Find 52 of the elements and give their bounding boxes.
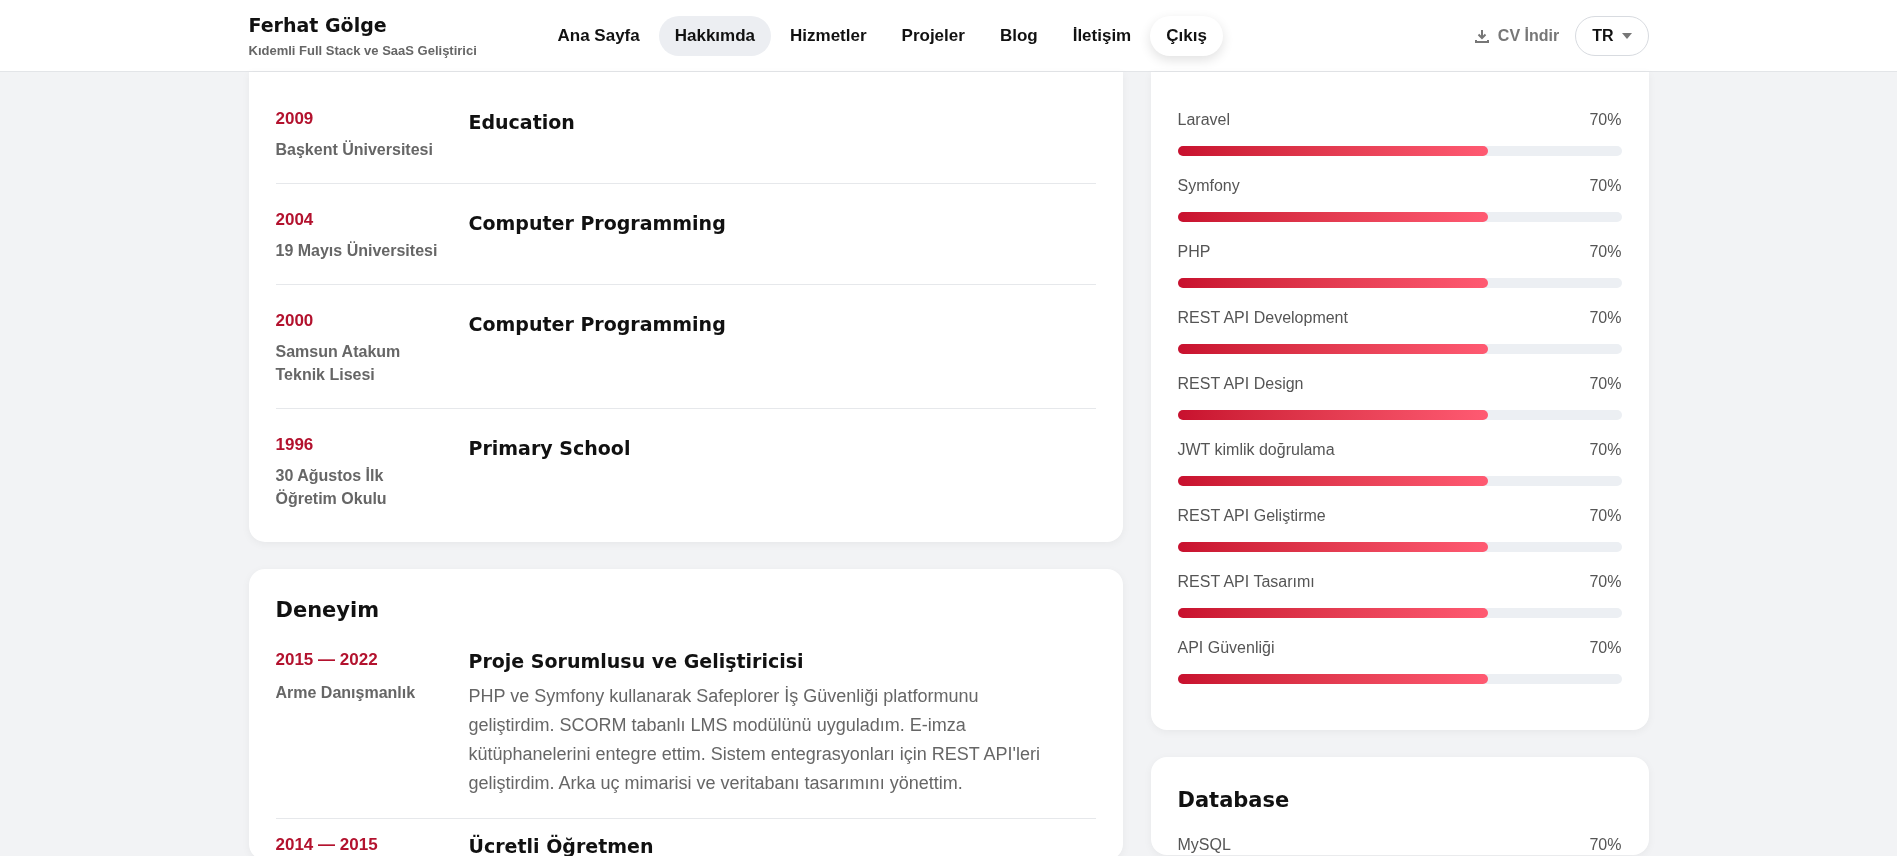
school-text: 19 Mayıs Üniversitesi [275,240,439,261]
period-text: 2015 — 2022 [275,649,379,671]
education-title: Computer Programming [468,312,726,337]
nav-link[interactable]: İletişim [1056,15,1148,56]
skill-percent: 70% [1589,242,1622,262]
brand-name[interactable]: Ferhat Gölge [248,10,542,39]
skill-percent: 70% [1589,176,1622,196]
nav-link[interactable]: Ana Sayfa [541,15,656,56]
skill-percent: 70% [1589,440,1622,460]
company-text: Arme Danışmanlık [275,682,417,703]
skill-percent: 70% [1589,374,1622,394]
skill-name: PHP [1177,242,1211,262]
section-title: Database [1177,787,1291,813]
period-text: 2014 — 2015 [275,833,379,856]
skill-name: MySQL [1177,835,1231,855]
skill-name: REST API Geliştirme [1177,506,1326,526]
nav-link[interactable]: Blog [983,15,1054,56]
education-title: Education [468,110,575,135]
school-text: Başkent Üniversitesi [275,139,434,160]
skill-name: REST API Development [1177,308,1348,328]
nav-link[interactable]: Hakkımda [658,15,772,56]
year-text: 1996 [275,434,315,456]
cv-download-button[interactable]: CV İndir [1473,23,1560,48]
school-text: Samsun Atakum Teknik Lisesi [275,342,402,385]
skill-name: API Güvenliği [1177,638,1275,658]
job-title: Proje Sorumlusu ve Geliştiricisi [468,649,805,674]
year-text: 2000 [275,310,315,332]
skill-name: REST API Design [1177,374,1304,394]
skill-name: Symfony [1177,176,1240,196]
year-text: 2009 [275,108,315,130]
skill-percent: 70% [1589,110,1622,130]
skill-name: Laravel [1177,110,1230,130]
skill-percent: 70% [1589,638,1622,658]
skill-percent: 70% [1589,835,1622,855]
skill-percent: 70% [1589,308,1622,328]
nav-link[interactable]: Projeler [885,15,981,56]
skill-percent: 70% [1589,572,1622,592]
education-title: Primary School [468,436,631,461]
skill-percent: 70% [1589,506,1622,526]
skill-name: JWT kimlik doğrulama [1177,440,1335,460]
job-description: PHP ve Symfony kullanarak Safeplorer İş Güvenliği platformunu geliştirdim. SCORM tabanlı LMS modülünü uyguladım. E-imza kütüphanelerini entegre ettim. Sistem entegrasyonları için REST API'leri geliştirdim. Arka uç mimarisi ve veritabanı tasarımını yönettim. [468,684,1041,795]
job-title: Ücretli Öğretmen [468,833,654,856]
caret-icon [1621,32,1632,39]
brand-tagline: Kıdemli Full Stack ve SaaS Geliştirici [248,42,478,60]
education-title: Computer Programming [468,211,726,236]
nav-link[interactable]: Hizmetler [774,15,883,56]
school-text: 30 Ağustos İlk Öğretim Okulu [275,466,388,509]
skill-name: REST API Tasarımı [1177,572,1315,592]
nav-link[interactable]: Çıkış [1150,15,1223,56]
section-title: Deneyim [275,597,381,623]
year-text: 2004 [275,209,315,231]
download-icon [1473,27,1490,44]
